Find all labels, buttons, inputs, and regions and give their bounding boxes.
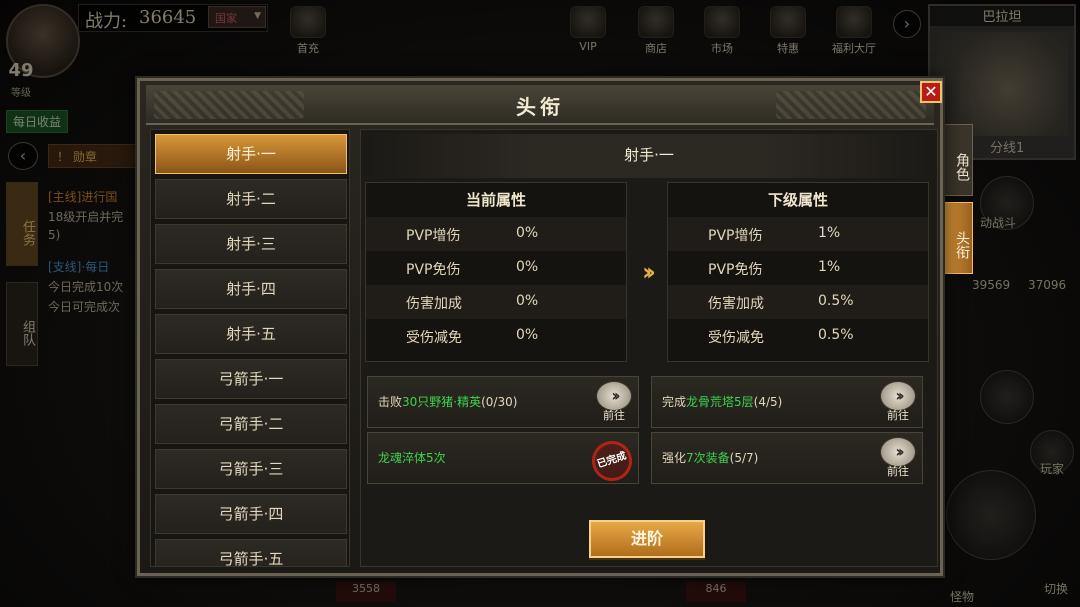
next-attributes-header: 下级属性	[767, 191, 828, 209]
completed-stamp: 已完成	[586, 435, 638, 487]
double-chevron-right-icon: ››	[642, 258, 656, 286]
dialog-header: 头衔	[146, 85, 934, 125]
go-button[interactable]: ›› 前往	[594, 381, 634, 425]
title-detail-panel: 射手·一 当前属性 PVP增伤 0% PVP免伤 0% 伤害加成 0% 受伤减免…	[360, 129, 938, 567]
title-item-bowman-3[interactable]: 弓箭手·三	[155, 449, 347, 489]
title-item-bowman-4[interactable]: 弓箭手·四	[155, 494, 347, 534]
attr-row: PVP增伤 0%	[366, 217, 626, 251]
task-description: 击败30只野猪·精英(0/30)	[378, 395, 518, 409]
task-description: 完成龙骨荒塔5层(4/5)	[662, 395, 783, 409]
title-list[interactable]: 射手·一 射手·二 射手·三 射手·四 射手·五 弓箭手·一 弓箭手·二 弓箭手…	[150, 129, 350, 567]
title-item-bowman-1[interactable]: 弓箭手·一	[155, 359, 347, 399]
task-item-dragon-tower: 完成龙骨荒塔5层(4/5) ›› 前往	[651, 376, 923, 428]
title-item-archer-2[interactable]: 射手·二	[155, 179, 347, 219]
advance-button[interactable]: 进阶	[589, 520, 705, 558]
title-item-archer-1[interactable]: 射手·一	[155, 134, 347, 174]
title-item-bowman-2[interactable]: 弓箭手·二	[155, 404, 347, 444]
attr-row: PVP免伤 0%	[406, 259, 539, 278]
attr-row: 受伤减免 0%	[406, 327, 539, 346]
current-attributes: 当前属性 PVP增伤 0% PVP免伤 0% 伤害加成 0% 受伤减免 0%	[365, 182, 627, 362]
task-item-dragon-soul: 龙魂淬体5次 已完成	[367, 432, 639, 487]
dialog-title: 头衔	[516, 95, 564, 119]
go-button[interactable]: ›› 前往	[878, 381, 918, 425]
title-item-archer-3[interactable]: 射手·三	[155, 224, 347, 264]
close-icon: ✕	[924, 82, 938, 101]
go-button[interactable]: ›› 前往	[878, 437, 918, 481]
attr-row: 伤害加成 0%	[366, 285, 626, 319]
title-item-archer-5[interactable]: 射手·五	[155, 314, 347, 354]
attr-row: 受伤减免 0.5%	[708, 327, 854, 346]
title-dialog: 头衔 ✕ 射手·一 射手·二 射手·三 射手·四 射手·五 弓箭手·一 弓箭手·…	[137, 78, 943, 576]
task-item-enhance-equipment: 强化7次装备(5/7) ›› 前往	[651, 432, 923, 484]
attr-row: PVP免伤 1%	[708, 259, 841, 278]
task-item-defeat-boars: 击败30只野猪·精英(0/30) ›› 前往	[367, 376, 639, 428]
next-attributes: 下级属性 PVP增伤 1% PVP免伤 1% 伤害加成 0.5% 受伤减免 0.…	[667, 182, 929, 362]
task-description: 龙魂淬体5次	[378, 451, 446, 465]
selected-title-name: 射手·一	[624, 146, 674, 164]
tab-character[interactable]: 角色	[943, 124, 973, 196]
title-item-bowman-5[interactable]: 弓箭手·五	[155, 539, 347, 566]
title-item-archer-4[interactable]: 射手·四	[155, 269, 347, 309]
close-button[interactable]: ✕	[920, 81, 942, 103]
attr-row: PVP增伤 1%	[668, 217, 928, 251]
current-attributes-header: 当前属性	[465, 191, 526, 209]
tab-title[interactable]: 头衔	[943, 202, 973, 274]
task-description: 强化7次装备(5/7)	[662, 451, 759, 465]
detail-header: 射手·一	[365, 134, 933, 178]
attr-row: 伤害加成 0.5%	[668, 285, 928, 319]
